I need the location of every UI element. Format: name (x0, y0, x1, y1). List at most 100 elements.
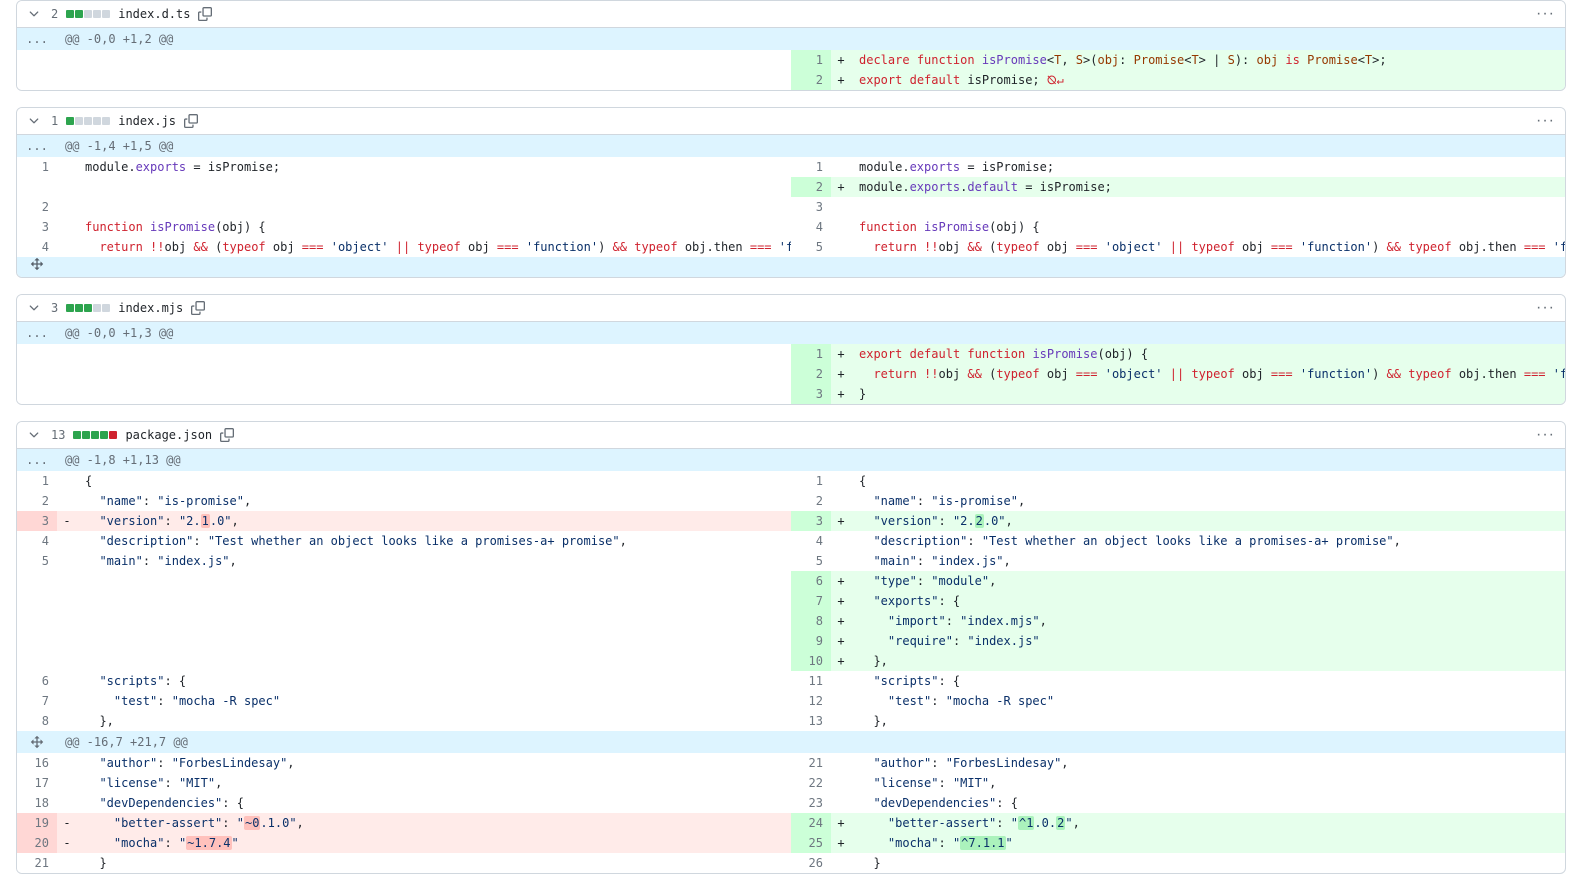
line-number-right[interactable]: 2 (791, 177, 831, 197)
line-number-right[interactable]: 1 (791, 50, 831, 70)
diffstat-block-add (82, 431, 90, 439)
kebab-icon[interactable]: ··· (1536, 428, 1555, 442)
line-number-right[interactable]: 3 (791, 384, 831, 404)
line-number-left[interactable]: 4 (17, 531, 57, 551)
line-number-right[interactable]: 4 (791, 531, 831, 551)
line-number-left[interactable]: 1 (17, 471, 57, 491)
line-number-right[interactable]: 9 (791, 631, 831, 651)
line-number-right[interactable]: 1 (791, 344, 831, 364)
copy-icon[interactable] (184, 114, 198, 128)
code-right: "main": "index.js", (851, 551, 1565, 571)
line-number-left[interactable] (17, 177, 57, 197)
hunk-header: ...@@ -0,0 +1,3 @@ (17, 322, 1565, 344)
diff-marker-right (831, 753, 851, 773)
line-number-left[interactable] (17, 571, 57, 591)
copy-icon[interactable] (198, 7, 212, 21)
diff-marker-left (57, 471, 77, 491)
line-number-left[interactable]: 3 (17, 217, 57, 237)
hunk-header: @@ -16,7 +21,7 @@ (17, 731, 1565, 753)
line-number-left[interactable]: 3 (17, 511, 57, 531)
line-number-left[interactable]: 16 (17, 753, 57, 773)
line-number-right[interactable]: 8 (791, 611, 831, 631)
diff-marker-right: + (831, 384, 851, 404)
line-number-left[interactable]: 8 (17, 711, 57, 731)
diff-table: 16 "author": "ForbesLindesay",21 "author… (17, 753, 1565, 873)
code-right: } (851, 853, 1565, 873)
diff-row: 7+ "exports": { (17, 591, 1565, 611)
diff-row: 16 "author": "ForbesLindesay",21 "author… (17, 753, 1565, 773)
chevron-down-icon[interactable] (27, 7, 41, 21)
expand-icon[interactable] (17, 257, 57, 277)
line-number-right[interactable]: 3 (791, 197, 831, 217)
line-number-right[interactable]: 1 (791, 157, 831, 177)
line-number-right[interactable]: 7 (791, 591, 831, 611)
diff-marker-left (57, 671, 77, 691)
line-number-left[interactable] (17, 591, 57, 611)
line-number-right[interactable]: 4 (791, 217, 831, 237)
line-number-right[interactable]: 24 (791, 813, 831, 833)
line-number-right[interactable]: 2 (791, 364, 831, 384)
file-name[interactable]: index.js (118, 114, 176, 128)
line-number-left[interactable]: 21 (17, 853, 57, 873)
line-number-right[interactable]: 5 (791, 551, 831, 571)
chevron-down-icon[interactable] (27, 114, 41, 128)
line-number-right[interactable]: 2 (791, 491, 831, 511)
file-name[interactable]: index.mjs (118, 301, 183, 315)
line-number-right[interactable]: 5 (791, 237, 831, 257)
chevron-down-icon[interactable] (27, 301, 41, 315)
hunk-ellipsis[interactable]: ... (17, 449, 57, 471)
line-number-left[interactable] (17, 651, 57, 671)
line-number-left[interactable]: 6 (17, 671, 57, 691)
diff-marker-left (57, 177, 77, 197)
diff-marker-left (57, 531, 77, 551)
hunk-ellipsis[interactable]: ... (17, 28, 57, 50)
hunk-ellipsis[interactable]: ... (17, 322, 57, 344)
diff-table: 1{1{2 "name": "is-promise",2 "name": "is… (17, 471, 1565, 731)
line-number-right[interactable]: 13 (791, 711, 831, 731)
kebab-icon[interactable]: ··· (1536, 301, 1555, 315)
line-number-left[interactable]: 17 (17, 773, 57, 793)
line-number-right[interactable]: 21 (791, 753, 831, 773)
line-number-right[interactable]: 6 (791, 571, 831, 591)
diffstat-block-neutral (84, 10, 92, 18)
line-number-right[interactable]: 10 (791, 651, 831, 671)
line-number-left[interactable]: 4 (17, 237, 57, 257)
line-number-right[interactable]: 3 (791, 511, 831, 531)
diffstat-block-neutral (102, 117, 110, 125)
line-number-left[interactable]: 2 (17, 197, 57, 217)
diff-marker-left (57, 197, 77, 217)
line-number-left[interactable]: 2 (17, 491, 57, 511)
line-number-left[interactable] (17, 611, 57, 631)
hunk-ellipsis[interactable]: ... (17, 135, 57, 157)
code-right: }, (851, 711, 1565, 731)
line-number-right[interactable]: 12 (791, 691, 831, 711)
line-number-right[interactable]: 2 (791, 70, 831, 90)
line-number-left[interactable]: 1 (17, 157, 57, 177)
kebab-icon[interactable]: ··· (1536, 114, 1555, 128)
line-number-left[interactable]: 19 (17, 813, 57, 833)
line-number-left[interactable] (17, 631, 57, 651)
code-right: "version": "2.2.0", (851, 511, 1565, 531)
code-left: "license": "MIT", (77, 773, 791, 793)
line-number-left[interactable]: 5 (17, 551, 57, 571)
code-left (77, 197, 791, 217)
file-name[interactable]: index.d.ts (118, 7, 190, 21)
kebab-icon[interactable]: ··· (1536, 7, 1555, 21)
copy-icon[interactable] (220, 428, 234, 442)
line-number-left[interactable]: 18 (17, 793, 57, 813)
chevron-down-icon[interactable] (27, 428, 41, 442)
line-number-right[interactable]: 26 (791, 853, 831, 873)
line-number-right[interactable]: 25 (791, 833, 831, 853)
file-name[interactable]: package.json (125, 428, 212, 442)
line-number-right[interactable]: 23 (791, 793, 831, 813)
line-number-right[interactable]: 22 (791, 773, 831, 793)
line-number-left[interactable]: 20 (17, 833, 57, 853)
line-number-left[interactable]: 7 (17, 691, 57, 711)
line-number-right[interactable]: 11 (791, 671, 831, 691)
copy-icon[interactable] (191, 301, 205, 315)
line-number-right[interactable]: 1 (791, 471, 831, 491)
expand-icon[interactable] (17, 735, 57, 749)
diff-row: 19- "better-assert": "~0.1.0",24+ "bette… (17, 813, 1565, 833)
diff-table: 1+export default function isPromise(obj)… (17, 344, 1565, 404)
diff-row: 21 }26 } (17, 853, 1565, 873)
